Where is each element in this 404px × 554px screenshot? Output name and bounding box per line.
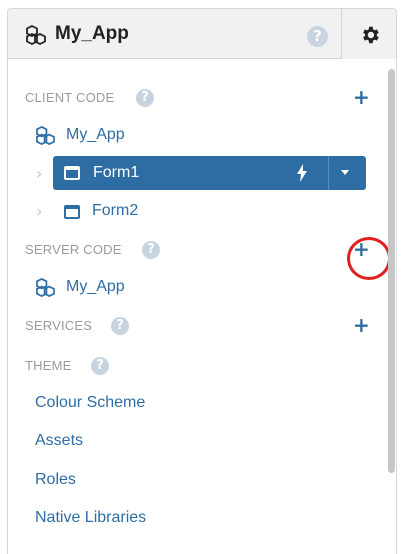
- section-label-server-code: SERVER CODE: [25, 242, 122, 257]
- theme-item-assets[interactable]: Assets: [35, 432, 83, 450]
- help-icon[interactable]: ?: [136, 89, 154, 107]
- add-client-code-button[interactable]: +: [353, 87, 370, 107]
- scrollbar[interactable]: [388, 69, 395, 473]
- panel-header: My_App ?: [8, 9, 396, 59]
- modules-icon: [25, 24, 47, 46]
- section-label-services: SERVICES: [25, 318, 93, 333]
- form-item-selected[interactable]: Form1: [53, 156, 366, 190]
- theme-item-colour-scheme[interactable]: Colour Scheme: [35, 394, 145, 412]
- help-icon[interactable]: ?: [307, 26, 328, 47]
- server-module-label: My_App: [66, 278, 125, 295]
- form-label: Form2: [92, 202, 139, 219]
- help-icon[interactable]: ?: [91, 357, 109, 375]
- section-label-theme: THEME: [25, 358, 72, 373]
- theme-item-native-libraries[interactable]: Native Libraries: [35, 509, 146, 527]
- modules-icon: [35, 277, 56, 302]
- gear-icon: [363, 26, 379, 44]
- chevron-down-icon[interactable]: [341, 170, 349, 175]
- chevron-right-icon[interactable]: ›: [36, 202, 42, 221]
- app-browser-panel: My_App ? CLIENT CODE ? + My_App › Form1: [7, 8, 397, 554]
- settings-button[interactable]: [341, 9, 396, 59]
- help-icon[interactable]: ?: [111, 317, 129, 335]
- chevron-right-icon[interactable]: ›: [36, 164, 42, 183]
- modules-icon: [35, 125, 56, 150]
- add-service-button[interactable]: +: [353, 315, 370, 335]
- startup-form-icon: [297, 164, 307, 187]
- window-icon: [64, 166, 80, 180]
- client-module-label: My_App: [66, 126, 125, 143]
- form-label: Form1: [93, 164, 140, 181]
- section-label-client-code: CLIENT CODE: [25, 90, 115, 105]
- theme-item-roles[interactable]: Roles: [35, 471, 76, 489]
- help-icon[interactable]: ?: [142, 241, 160, 259]
- divider: [328, 156, 329, 190]
- app-title: My_App: [55, 23, 129, 44]
- highlight-circle: [347, 237, 391, 280]
- window-icon: [64, 205, 80, 219]
